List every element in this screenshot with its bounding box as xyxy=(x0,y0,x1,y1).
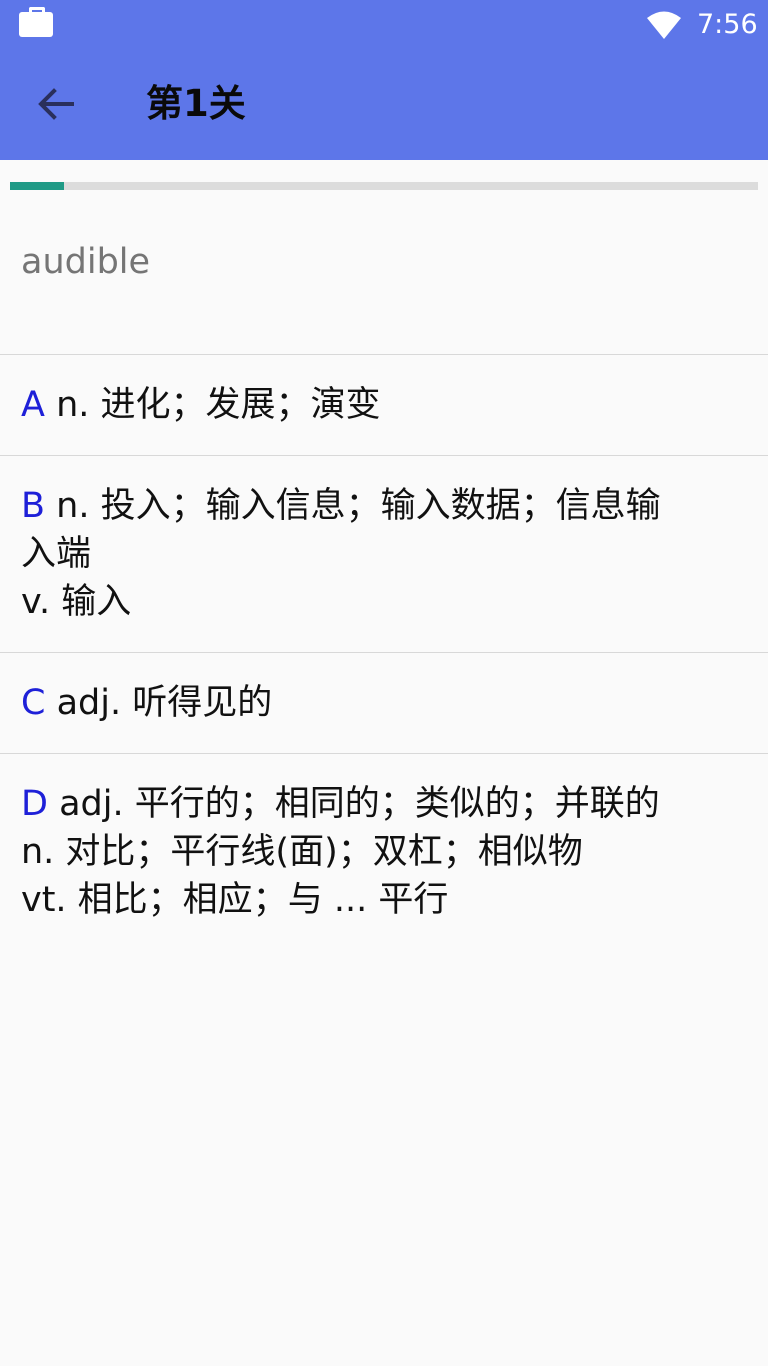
option-d[interactable]: D adj. 平行的；相同的；类似的；并联的 n. 对比；平行线(面)；双杠；相… xyxy=(0,754,768,950)
briefcase-icon xyxy=(19,7,53,37)
option-text: adj. 听得见的 xyxy=(56,683,273,723)
question-word: audible xyxy=(21,242,151,282)
answer-options: A n. 进化；发展；演变 B n. 投入；输入信息；输入数据；信息输 入端 v… xyxy=(0,354,768,950)
option-a-line-1: A n. 进化；发展；演变 xyxy=(21,381,747,429)
app-bar: 第1关 xyxy=(0,48,768,160)
option-letter: D xyxy=(21,784,48,824)
option-b[interactable]: B n. 投入；输入信息；输入数据；信息输 入端 v. 输入 xyxy=(0,456,768,653)
status-bar: 7:56 xyxy=(0,0,768,48)
option-b-line-2: 入端 xyxy=(21,534,92,574)
progress-fill xyxy=(10,182,64,190)
option-text: n. 进化；发展；演变 xyxy=(56,385,381,425)
option-d-line-2: n. 对比；平行线(面)；双杠；相似物 xyxy=(21,832,583,872)
option-b-line-1: B n. 投入；输入信息；输入数据；信息输 xyxy=(21,482,747,530)
option-letter: B xyxy=(21,486,46,526)
option-text: adj. 平行的；相同的；类似的；并联的 xyxy=(59,784,660,824)
arrow-left-icon[interactable] xyxy=(32,83,80,125)
page-title: 第1关 xyxy=(146,82,246,125)
option-letter: C xyxy=(21,683,46,723)
option-d-line-3: vt. 相比；相应；与 ... 平行 xyxy=(21,880,449,920)
option-text: n. 投入；输入信息；输入数据；信息输 xyxy=(56,486,661,526)
option-a[interactable]: A n. 进化；发展；演变 xyxy=(0,355,768,456)
option-c-line-1: C adj. 听得见的 xyxy=(21,679,747,727)
option-b-line-3: v. 输入 xyxy=(21,582,132,622)
status-time: 7:56 xyxy=(697,9,758,40)
option-letter: A xyxy=(21,385,45,425)
level-progress-bar xyxy=(10,182,758,190)
option-d-line-1: D adj. 平行的；相同的；类似的；并联的 xyxy=(21,780,747,828)
option-c[interactable]: C adj. 听得见的 xyxy=(0,653,768,754)
wifi-icon xyxy=(647,11,681,39)
